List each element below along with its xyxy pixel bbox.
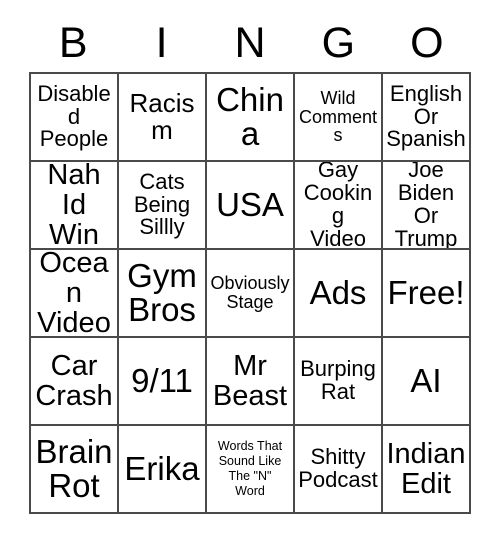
bingo-cell-label: Mr Beast	[212, 349, 288, 412]
bingo-cell-label: Erika	[124, 449, 200, 487]
bingo-cell-label: Ads	[309, 273, 367, 311]
bingo-cell-label: Burping Rat	[300, 356, 376, 404]
bingo-header-letter-g: G	[321, 18, 356, 67]
bingo-cell[interactable]: Words That Sound Like The "N" Word	[207, 426, 295, 514]
bingo-cell-label: English Or Spanish	[386, 80, 466, 152]
bingo-cell-label: Nah Id Win	[47, 162, 101, 250]
bingo-cell[interactable]: Indian Edit	[383, 426, 471, 514]
bingo-cell[interactable]: Brain Rot	[31, 426, 119, 514]
bingo-cell[interactable]: Erika	[119, 426, 207, 514]
bingo-cell-label: Free!	[387, 273, 465, 311]
bingo-cell[interactable]: Racism	[119, 74, 207, 162]
bingo-cell[interactable]: English Or Spanish	[383, 74, 471, 162]
bingo-cell-label: Car Crash	[35, 349, 113, 412]
bingo-cell-label: Ocean Video	[37, 250, 111, 338]
bingo-header-letter-o: O	[410, 18, 444, 67]
bingo-cell[interactable]: Joe Biden Or Trump	[383, 162, 471, 250]
bingo-cell[interactable]: AI	[383, 338, 471, 426]
bingo-cell-label: Gay Cooking Video	[303, 162, 373, 250]
bingo-grid: Disabled People Racism China Wild Comments E…	[29, 72, 471, 514]
bingo-cell[interactable]: Gym Bros	[119, 250, 207, 338]
bingo-card: B I N G O Disabled People Racism China Wild…	[29, 14, 471, 514]
bingo-cell[interactable]: 9/11	[119, 338, 207, 426]
bingo-cell[interactable]: Disabled People	[31, 74, 119, 162]
bingo-cell-label: Cats Being Sillly	[133, 168, 191, 240]
bingo-cell[interactable]: USA	[207, 162, 295, 250]
bingo-cell-label: 9/11	[131, 361, 193, 399]
bingo-cell[interactable]: Cats Being Sillly	[119, 162, 207, 250]
bingo-cell[interactable]: Mr Beast	[207, 338, 295, 426]
bingo-cell[interactable]: Burping Rat	[295, 338, 383, 426]
bingo-cell-label: Obviously Stage	[210, 273, 290, 312]
bingo-cell-label: Shitty Podcast	[298, 444, 378, 492]
bingo-header-letter-i: I	[155, 18, 168, 67]
bingo-cell[interactable]: Free!	[383, 250, 471, 338]
bingo-header-letter-n: N	[234, 18, 266, 67]
bingo-cell-label: Indian Edit	[386, 437, 466, 500]
bingo-cell-label: Racism	[129, 87, 195, 145]
bingo-cell[interactable]: Car Crash	[31, 338, 119, 426]
bingo-cell-label: Joe Biden Or Trump	[394, 162, 458, 250]
bingo-cell[interactable]: Shitty Podcast	[295, 426, 383, 514]
bingo-header-row: B I N G O	[29, 14, 471, 72]
bingo-cell[interactable]: China	[207, 74, 295, 162]
bingo-cell[interactable]: Ads	[295, 250, 383, 338]
bingo-cell[interactable]: Obviously Stage	[207, 250, 295, 338]
bingo-cell[interactable]: Nah Id Win	[31, 162, 119, 250]
bingo-header-letter-b: B	[58, 18, 88, 67]
bingo-cell-label: Words That Sound Like The "N" Word	[217, 439, 283, 498]
bingo-cell[interactable]: Wild Comments	[295, 74, 383, 162]
bingo-cell-label: China	[216, 80, 284, 152]
bingo-cell-label: AI	[410, 361, 442, 399]
bingo-cell-label: Brain Rot	[35, 432, 113, 504]
bingo-cell-label: Disabled People	[37, 80, 111, 152]
bingo-cell-label: USA	[216, 185, 284, 223]
bingo-cell[interactable]: Gay Cooking Video	[295, 162, 383, 250]
bingo-cell-label: Gym Bros	[127, 256, 197, 328]
bingo-cell-label: Wild Comments	[298, 87, 378, 146]
bingo-cell[interactable]: Ocean Video	[31, 250, 119, 338]
